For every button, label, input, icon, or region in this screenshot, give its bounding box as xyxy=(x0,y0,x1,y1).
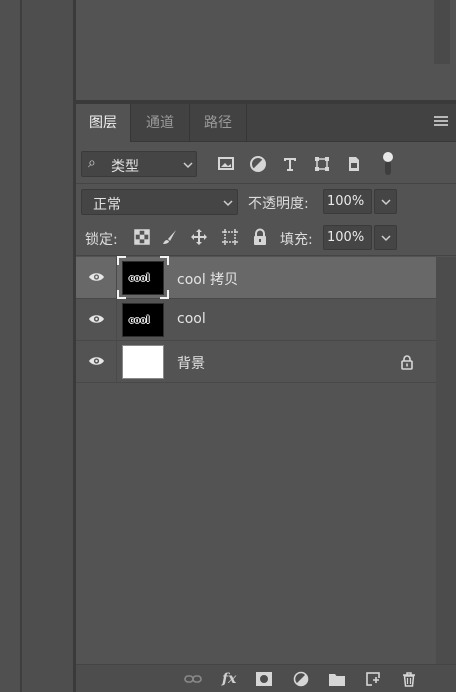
tab-divider xyxy=(130,104,131,142)
chevron-down-icon xyxy=(223,200,233,207)
layer-name[interactable]: cool xyxy=(177,311,206,327)
lock-label: 锁定: xyxy=(85,232,118,248)
lock-artboard-icon[interactable] xyxy=(221,228,239,246)
tab-paths[interactable]: 路径 xyxy=(190,104,246,142)
filter-toggle-icon[interactable] xyxy=(380,151,396,177)
layer-row[interactable]: 背景 xyxy=(76,341,436,383)
layers-tab-bar: 图层 通道 路径 xyxy=(76,104,456,142)
lock-icon[interactable] xyxy=(400,354,414,370)
blend-mode-select[interactable]: 正常 xyxy=(81,189,238,215)
eye-icon[interactable] xyxy=(88,271,105,283)
blend-mode-label: 正常 xyxy=(93,197,121,213)
chevron-down-icon xyxy=(183,162,193,169)
layer-thumbnail[interactable] xyxy=(122,345,164,379)
search-icon: ⌕ xyxy=(88,155,96,171)
layers-list: cool cool 拷贝 cool cool 背景 xyxy=(76,256,436,383)
chevron-down-icon xyxy=(381,199,391,206)
fill-input[interactable]: 100% xyxy=(323,225,372,250)
lock-position-icon[interactable] xyxy=(190,228,208,246)
layers-bottom-toolbar: fx xyxy=(76,664,456,692)
lock-image-pixels-icon[interactable] xyxy=(161,228,179,246)
tab-channels[interactable]: 通道 xyxy=(132,104,188,142)
layer-filter-row: ⌕ 类型 xyxy=(76,142,456,184)
fill-label: 填充: xyxy=(280,232,313,248)
left-panel-strip xyxy=(22,0,74,692)
layer-row[interactable]: cool cool 拷贝 xyxy=(76,256,436,299)
layer-row[interactable]: cool cool xyxy=(76,299,436,341)
visibility-divider xyxy=(116,341,117,383)
layers-scrollbar[interactable] xyxy=(436,257,456,664)
selection-frame-icon xyxy=(117,256,169,299)
shape-filter-icon[interactable] xyxy=(312,154,332,174)
link-layers-icon[interactable] xyxy=(184,671,202,687)
eye-icon[interactable] xyxy=(88,355,105,367)
filter-type-label: 类型 xyxy=(111,159,139,175)
layer-thumbnail[interactable]: cool xyxy=(122,303,164,337)
panel-menu-icon[interactable] xyxy=(434,116,448,130)
visibility-divider xyxy=(116,299,117,341)
type-filter-icon[interactable] xyxy=(280,154,300,174)
fx-icon[interactable]: fx xyxy=(222,671,240,687)
smart-object-filter-icon[interactable] xyxy=(344,154,364,174)
opacity-dropdown[interactable] xyxy=(374,189,397,214)
blend-mode-row: 正常 不透明度: 100% xyxy=(76,184,456,220)
chevron-down-icon xyxy=(381,235,391,242)
new-group-icon[interactable] xyxy=(328,671,346,687)
lock-row: 锁定: 填充: 100% xyxy=(76,220,456,256)
add-mask-icon[interactable] xyxy=(255,671,273,687)
left-canvas-area xyxy=(0,0,20,692)
image-filter-icon[interactable] xyxy=(216,154,236,174)
upper-panel xyxy=(76,0,456,100)
opacity-label: 不透明度: xyxy=(248,196,309,212)
layer-name[interactable]: cool 拷贝 xyxy=(177,269,238,289)
delete-layer-icon[interactable] xyxy=(400,671,418,687)
lock-all-icon[interactable] xyxy=(251,228,269,246)
lock-transparent-pixels-icon[interactable] xyxy=(133,228,151,246)
fill-dropdown[interactable] xyxy=(374,225,397,250)
opacity-input[interactable]: 100% xyxy=(323,189,372,214)
tab-divider xyxy=(246,104,247,142)
eye-icon[interactable] xyxy=(88,313,105,325)
thumbnail-text: cool xyxy=(129,314,150,326)
upper-scrollbar[interactable] xyxy=(434,0,450,64)
new-adjustment-layer-icon[interactable] xyxy=(292,671,310,687)
filter-type-select[interactable]: ⌕ 类型 xyxy=(81,151,197,177)
layer-name[interactable]: 背景 xyxy=(177,353,205,373)
adjustment-filter-icon[interactable] xyxy=(248,154,268,174)
new-layer-icon[interactable] xyxy=(364,671,382,687)
tab-layers[interactable]: 图层 xyxy=(76,104,130,142)
